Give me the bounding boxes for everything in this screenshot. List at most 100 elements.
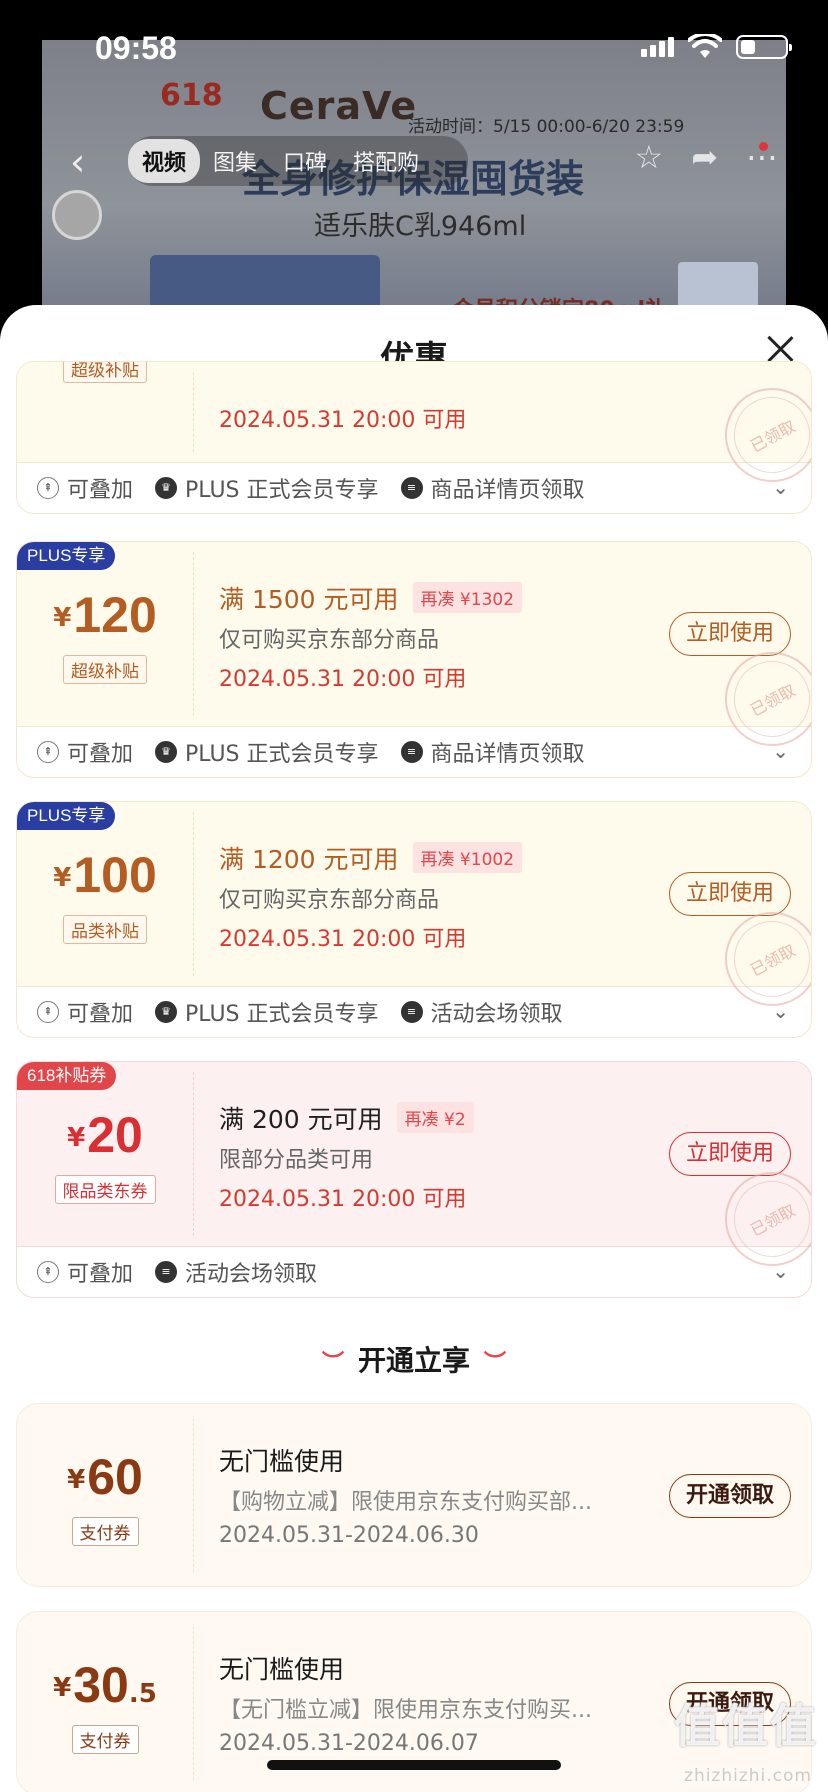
ticket-icon: ≡ <box>400 1001 423 1023</box>
coupon-card: PLUS专享 ¥100 品类补贴 满 1200 元可用 再凑 ¥1002 仅可购买… <box>16 801 812 1038</box>
coupon-desc: 限部分品类可用 <box>219 1148 374 1173</box>
back-icon[interactable]: ‹ <box>70 140 85 184</box>
crown-icon: ♛ <box>155 741 178 763</box>
coupon-kind: 支付券 <box>17 1725 193 1754</box>
coupon-features: ⇞ 可叠加 ♛ PLUS 正式会员专享 ≡ 商品详情页领取 ⌄ <box>17 727 811 777</box>
feature-plus: PLUS 正式会员专享 <box>185 742 379 767</box>
coupon-desc: 仅可购买京东部分商品 <box>219 888 440 913</box>
use-now-button[interactable]: 立即使用 <box>668 872 791 916</box>
watermark-logo: 值值值 <box>674 1699 818 1753</box>
coupon-condition: 满 200 元可用 再凑 ¥2 <box>219 1100 474 1136</box>
notification-dot <box>759 142 768 151</box>
coupon-amount: ¥100 <box>53 847 157 903</box>
feature-stackable: 可叠加 <box>67 742 134 767</box>
media-tabs: 视频 图集 口碑 搭配购 <box>128 136 468 186</box>
crown-icon: ♛ <box>155 477 178 499</box>
feature-source: 商品详情页领取 <box>430 742 585 767</box>
coupon-tag: PLUS专享 <box>17 542 116 570</box>
signal-icon <box>641 37 674 57</box>
use-now-button[interactable]: 立即使用 <box>668 612 791 656</box>
product-banner: CeraVe 618 活动时间：5/15 00:00-6/20 23:59 全身… <box>42 40 786 340</box>
activate-claim-button[interactable]: 开通领取 <box>668 1474 791 1518</box>
coupon-features: ⇞ 可叠加 ≡ 活动会场领取 ⌄ <box>17 1247 811 1297</box>
section-title: 开通立享 <box>357 1344 470 1377</box>
coupon-tag: PLUS专享 <box>17 802 116 830</box>
coupon-kind: 限品类东券 <box>17 1175 193 1204</box>
need-more-badge: 再凑 ¥2 <box>396 1102 474 1133</box>
ticket-icon: ≡ <box>400 741 423 763</box>
coupon-desc: 【购物立减】限使用京东支付购买部... <box>219 1490 592 1515</box>
coupon-amount: ¥20 <box>67 1107 143 1163</box>
ticket-icon: ≡ <box>155 1261 178 1283</box>
coupon-kind: 品类补贴 <box>17 915 193 944</box>
use-now-button[interactable]: 立即使用 <box>668 1132 791 1176</box>
coupon-date: 2024.05.31 20:00 可用 <box>219 408 467 433</box>
stack-icon: ⇞ <box>37 1261 59 1283</box>
status-time: 09:58 <box>95 30 177 66</box>
coupon-date: 2024.05.31 20:00 可用 <box>219 1187 467 1212</box>
close-icon[interactable] <box>766 335 794 363</box>
status-icons <box>641 34 792 60</box>
stack-icon: ⇞ <box>37 1001 59 1023</box>
coupon-card-partial: 超级补贴 2024.05.31 20:00 可用 已领取 ⇞ 可叠加 ♛ PLUS … <box>16 361 812 514</box>
coupon-card: 618补贴券 ¥20 限品类东券 满 200 元可用 再凑 ¥2 限部分品类可用 … <box>16 1061 812 1298</box>
watermark-url: zhizhizhi.com <box>684 1766 812 1786</box>
feature-stackable: 可叠加 <box>67 1002 134 1027</box>
stack-icon: ⇞ <box>37 477 59 499</box>
chevron-down-icon[interactable]: ⌄ <box>772 1259 789 1283</box>
coupon-kind: 超级补贴 <box>17 362 193 383</box>
stack-icon: ⇞ <box>37 741 59 763</box>
feature-source: 活动会场领取 <box>185 1262 318 1287</box>
home-indicator[interactable] <box>267 1760 561 1770</box>
coupon-desc: 【无门槛立减】限使用京东支付购买... <box>219 1698 592 1723</box>
nav-actions: ☆ ➦ ⋯ <box>635 138 779 176</box>
coupon-desc: 仅可购买京东部分商品 <box>219 628 440 653</box>
share-icon[interactable]: ➦ <box>691 138 718 176</box>
coupon-condition: 满 1200 元可用 再凑 ¥1002 <box>219 840 523 876</box>
star-icon[interactable]: ☆ <box>635 138 664 176</box>
feature-plus: PLUS 正式会员专享 <box>185 478 379 503</box>
coupon-condition: 无门槛使用 <box>219 1447 345 1476</box>
chevron-down-icon[interactable]: ⌄ <box>772 475 789 499</box>
battery-icon <box>736 35 792 59</box>
coupon-condition: 满 1500 元可用 再凑 ¥1302 <box>219 580 523 616</box>
feature-source: 商品详情页领取 <box>430 478 585 503</box>
coupon-date: 2024.05.31-2024.06.07 <box>219 1731 479 1756</box>
coupon-kind: 超级补贴 <box>17 655 193 684</box>
coupon-sheet: 优惠 超级补贴 2024.05.31 20:00 可用 已领取 ⇞ 可叠加 ♛ PL… <box>0 305 828 1792</box>
wifi-icon <box>688 34 722 58</box>
seal-badge <box>52 190 102 240</box>
coupon-features: ⇞ 可叠加 ♛ PLUS 正式会员专享 ≡ 活动会场领取 ⌄ <box>17 987 811 1037</box>
feature-stackable: 可叠加 <box>67 478 134 503</box>
section-header: ︶ 开通立享 ︶ <box>0 1339 828 1379</box>
coupon-tag: 618补贴券 <box>17 1062 117 1090</box>
smile-icon: ︶ <box>321 1351 344 1376</box>
tab-bundle[interactable]: 搭配购 <box>340 145 432 177</box>
feature-stackable: 可叠加 <box>67 1262 134 1287</box>
coupon-condition: 无门槛使用 <box>219 1655 345 1684</box>
ticket-icon: ≡ <box>400 477 423 499</box>
crown-icon: ♛ <box>155 1001 178 1023</box>
feature-source: 活动会场领取 <box>430 1002 563 1027</box>
pay-coupon-card: ¥60 支付券 无门槛使用 【购物立减】限使用京东支付购买部... 2024.0… <box>16 1403 812 1587</box>
tab-gallery[interactable]: 图集 <box>200 145 270 177</box>
feature-plus: PLUS 正式会员专享 <box>185 1002 379 1027</box>
coupon-kind: 支付券 <box>17 1517 193 1546</box>
logo-618: 618 <box>160 78 223 113</box>
coupon-amount: ¥120 <box>53 587 157 643</box>
smile-icon: ︶ <box>484 1351 507 1376</box>
coupon-features: ⇞ 可叠加 ♛ PLUS 正式会员专享 ≡ 商品详情页领取 ⌄ <box>17 463 811 513</box>
coupon-card: PLUS专享 ¥120 超级补贴 满 1500 元可用 再凑 ¥1302 仅可购买… <box>16 541 812 778</box>
need-more-badge: 再凑 ¥1002 <box>412 842 523 873</box>
tab-video[interactable]: 视频 <box>128 139 201 183</box>
coupon-date: 2024.05.31-2024.06.30 <box>219 1523 479 1548</box>
chevron-down-icon[interactable]: ⌄ <box>772 999 789 1023</box>
brand-logo: CeraVe <box>260 84 418 128</box>
tab-reviews[interactable]: 口碑 <box>270 145 340 177</box>
chevron-down-icon[interactable]: ⌄ <box>772 739 789 763</box>
coupon-amount: ¥30.5 <box>53 1657 157 1713</box>
need-more-badge: 再凑 ¥1302 <box>412 582 523 613</box>
coupon-amount: ¥60 <box>67 1449 143 1505</box>
activity-time: 活动时间：5/15 00:00-6/20 23:59 <box>408 117 685 137</box>
banner-subtitle: 适乐肤C乳946ml <box>314 211 527 242</box>
